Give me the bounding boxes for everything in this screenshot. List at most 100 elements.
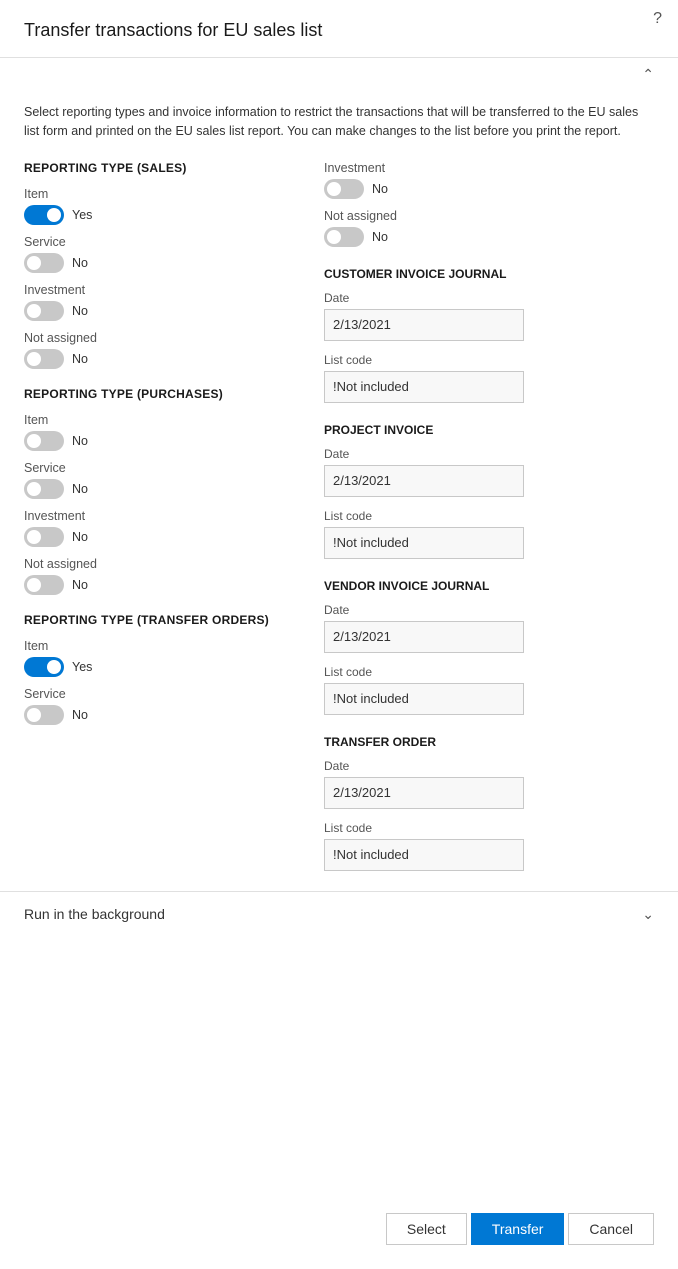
purchases-item-toggle-row: Item No (24, 413, 308, 451)
transfer-button[interactable]: Transfer (471, 1213, 565, 1245)
sales-investment-toggle-group: No (24, 301, 308, 321)
to-listcode-label: List code (324, 821, 654, 835)
right-investment-toggle[interactable] (324, 179, 364, 199)
sales-item-value: Yes (72, 208, 92, 222)
cancel-button[interactable]: Cancel (568, 1213, 654, 1245)
sales-service-toggle-row: Service No (24, 235, 308, 273)
project-invoice-section: PROJECT INVOICE Date List code (324, 423, 654, 559)
purchases-notassigned-toggle-row: Not assigned No (24, 557, 308, 595)
purchases-notassigned-toggle-group: No (24, 575, 308, 595)
purchases-notassigned-label: Not assigned (24, 557, 308, 571)
right-notassigned-toggle-group: No (324, 227, 654, 247)
sales-notassigned-toggle-row: Not assigned No (24, 331, 308, 369)
transfer-item-value: Yes (72, 660, 92, 674)
run-in-background-chevron-icon: ⌄ (642, 906, 654, 923)
transfer-item-toggle-row: Item Yes (24, 639, 308, 677)
help-icon[interactable]: ? (653, 10, 662, 28)
sales-service-toggle-group: No (24, 253, 308, 273)
pi-listcode-label: List code (324, 509, 654, 523)
right-investment-label: Investment (324, 161, 654, 175)
description-text: Select reporting types and invoice infor… (24, 103, 654, 141)
purchases-notassigned-value: No (72, 578, 88, 592)
run-in-background-label: Run in the background (24, 906, 165, 922)
to-date-group: Date (324, 759, 654, 809)
sales-investment-toggle-row: Investment No (24, 283, 308, 321)
pi-listcode-input[interactable] (324, 527, 524, 559)
purchases-item-toggle[interactable] (24, 431, 64, 451)
sales-investment-toggle[interactable] (24, 301, 64, 321)
purchases-notassigned-toggle[interactable] (24, 575, 64, 595)
right-notassigned-value: No (372, 230, 388, 244)
collapse-icon[interactable]: ⌃ (642, 66, 654, 83)
customer-invoice-journal-title: CUSTOMER INVOICE JOURNAL (324, 267, 654, 281)
purchases-item-toggle-group: No (24, 431, 308, 451)
to-date-label: Date (324, 759, 654, 773)
cij-date-input[interactable] (324, 309, 524, 341)
sales-service-label: Service (24, 235, 308, 249)
select-button[interactable]: Select (386, 1213, 467, 1245)
cij-date-label: Date (324, 291, 654, 305)
transfer-order-title: TRANSFER ORDER (324, 735, 654, 749)
purchases-investment-label: Investment (24, 509, 308, 523)
purchases-service-label: Service (24, 461, 308, 475)
cij-listcode-group: List code (324, 353, 654, 403)
footer-buttons: Select Transfer Cancel (386, 1213, 654, 1245)
transfer-item-label: Item (24, 639, 308, 653)
to-listcode-group: List code (324, 821, 654, 871)
to-date-input[interactable] (324, 777, 524, 809)
transfer-item-toggle[interactable] (24, 657, 64, 677)
transfer-service-toggle[interactable] (24, 705, 64, 725)
sales-investment-value: No (72, 304, 88, 318)
vendor-invoice-journal-title: VENDOR INVOICE JOURNAL (324, 579, 654, 593)
to-listcode-input[interactable] (324, 839, 524, 871)
purchases-investment-value: No (72, 530, 88, 544)
right-investment-toggle-row: Investment No (324, 161, 654, 199)
sales-service-toggle[interactable] (24, 253, 64, 273)
sales-item-toggle[interactable] (24, 205, 64, 225)
cij-listcode-label: List code (324, 353, 654, 367)
transfer-item-toggle-group: Yes (24, 657, 308, 677)
vij-listcode-group: List code (324, 665, 654, 715)
cij-listcode-input[interactable] (324, 371, 524, 403)
project-invoice-title: PROJECT INVOICE (324, 423, 654, 437)
right-sales-toggles: Investment No Not assigned No (324, 161, 654, 247)
vij-listcode-input[interactable] (324, 683, 524, 715)
transfer-service-value: No (72, 708, 88, 722)
right-investment-value: No (372, 182, 388, 196)
purchases-service-toggle-row: Service No (24, 461, 308, 499)
purchases-investment-toggle[interactable] (24, 527, 64, 547)
vendor-invoice-journal-section: VENDOR INVOICE JOURNAL Date List code (324, 579, 654, 715)
sales-item-toggle-group: Yes (24, 205, 308, 225)
right-notassigned-label: Not assigned (324, 209, 654, 223)
customer-invoice-journal-section: CUSTOMER INVOICE JOURNAL Date List code (324, 267, 654, 403)
right-investment-toggle-group: No (324, 179, 654, 199)
sales-notassigned-label: Not assigned (24, 331, 308, 345)
transfer-order-section: TRANSFER ORDER Date List code (324, 735, 654, 871)
cij-date-group: Date (324, 291, 654, 341)
right-notassigned-toggle[interactable] (324, 227, 364, 247)
purchases-investment-toggle-row: Investment No (24, 509, 308, 547)
left-column: REPORTING TYPE (SALES) Item Yes Service … (24, 161, 324, 891)
pi-date-input[interactable] (324, 465, 524, 497)
page-title: Transfer transactions for EU sales list (0, 0, 678, 57)
collapse-section: ⌃ (0, 57, 678, 91)
sales-notassigned-toggle[interactable] (24, 349, 64, 369)
right-notassigned-toggle-row: Not assigned No (324, 209, 654, 247)
sales-notassigned-toggle-group: No (24, 349, 308, 369)
reporting-sales-title: REPORTING TYPE (SALES) (24, 161, 308, 175)
sales-service-value: No (72, 256, 88, 270)
vij-date-input[interactable] (324, 621, 524, 653)
purchases-service-toggle-group: No (24, 479, 308, 499)
sales-investment-label: Investment (24, 283, 308, 297)
transfer-service-label: Service (24, 687, 308, 701)
transfer-service-toggle-row: Service No (24, 687, 308, 725)
run-in-background-section[interactable]: Run in the background ⌄ (0, 891, 678, 937)
right-column: Investment No Not assigned No CUSTOMER (324, 161, 654, 891)
pi-date-label: Date (324, 447, 654, 461)
purchases-investment-toggle-group: No (24, 527, 308, 547)
spacer (0, 937, 678, 1057)
pi-listcode-group: List code (324, 509, 654, 559)
reporting-transfer-orders-title: REPORTING TYPE (TRANSFER ORDERS) (24, 613, 308, 627)
purchases-service-toggle[interactable] (24, 479, 64, 499)
pi-date-group: Date (324, 447, 654, 497)
